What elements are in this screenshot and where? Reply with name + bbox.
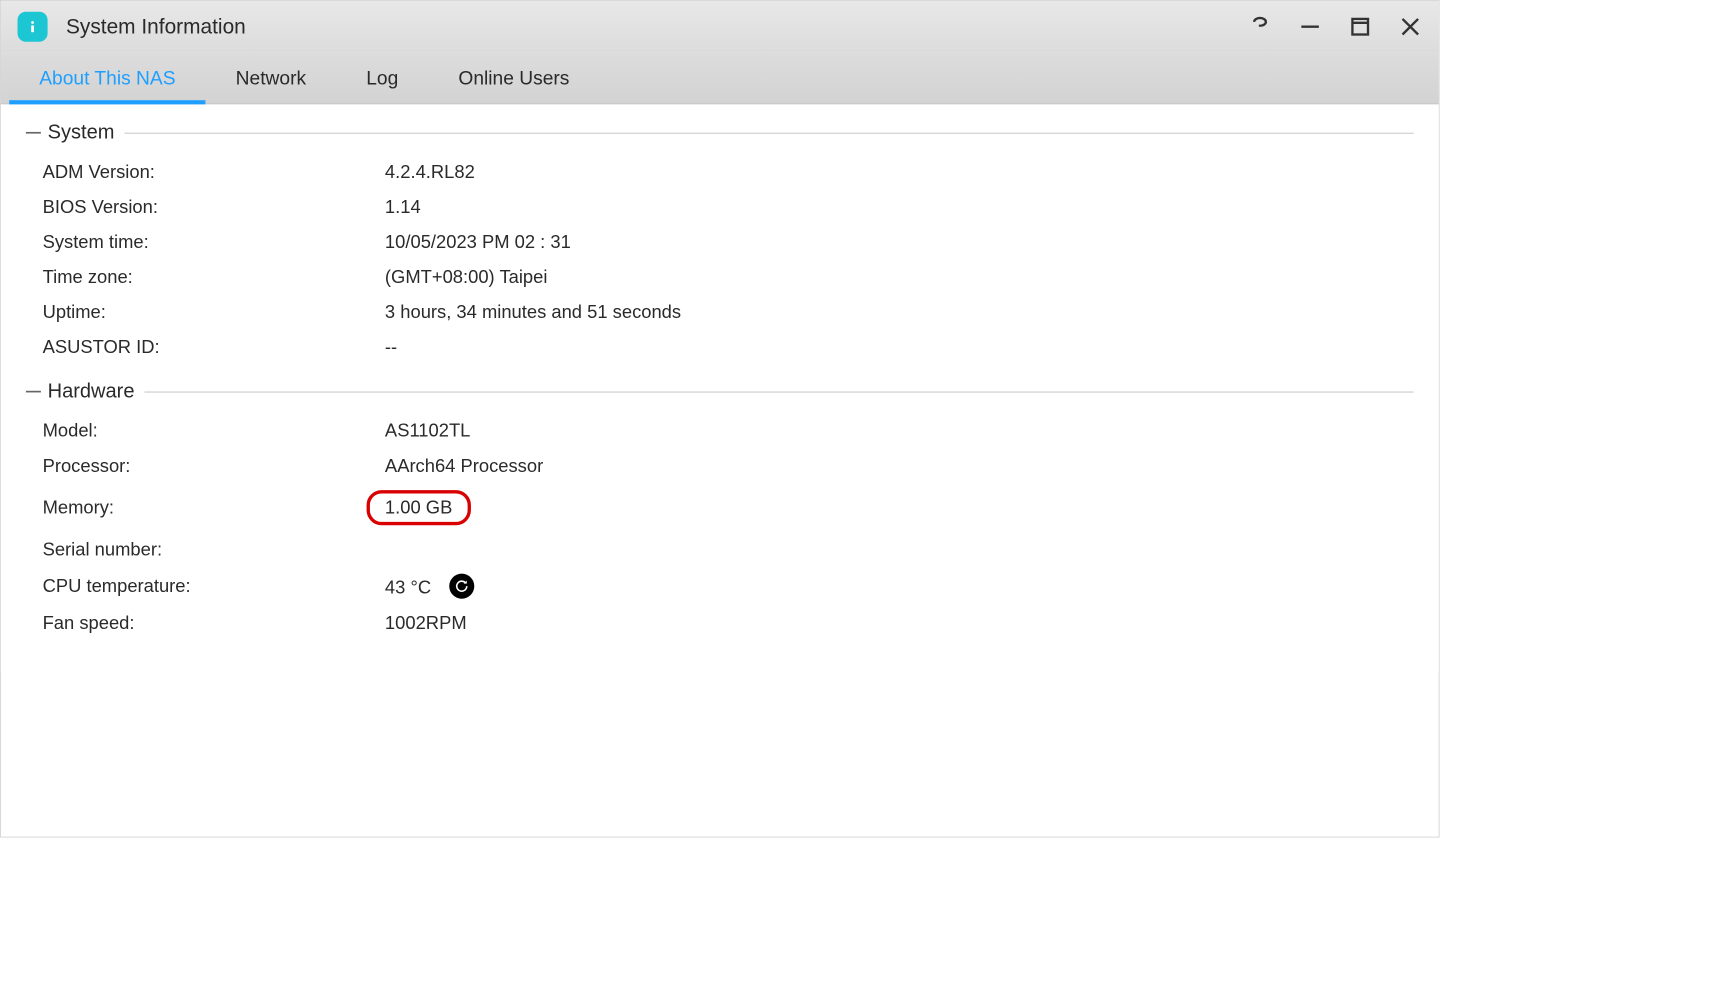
value: AS1102TL	[385, 420, 470, 442]
tab-online-users[interactable]: Online Users	[428, 53, 599, 104]
maximize-button[interactable]	[1349, 15, 1372, 38]
label: Processor:	[43, 455, 385, 477]
row-fan-speed: Fan speed: 1002RPM	[26, 605, 1414, 640]
row-processor: Processor: AArch64 Processor	[26, 448, 1414, 483]
value: 3 hours, 34 minutes and 51 seconds	[385, 301, 681, 323]
label: Serial number:	[43, 539, 385, 561]
titlebar: System Information	[1, 1, 1439, 53]
section-header: Hardware	[26, 380, 1414, 403]
tab-log[interactable]: Log	[336, 53, 428, 104]
row-model: Model: AS1102TL	[26, 413, 1414, 448]
info-icon	[18, 12, 48, 42]
minimize-button[interactable]	[1298, 15, 1321, 38]
tab-about-this-nas[interactable]: About This NAS	[9, 53, 205, 104]
value: --	[385, 337, 397, 359]
tab-label: Network	[236, 67, 306, 90]
help-button[interactable]	[1248, 15, 1271, 38]
system-section: System ADM Version: 4.2.4.RL82 BIOS Vers…	[26, 121, 1414, 365]
label: Memory:	[43, 497, 385, 519]
section-dash	[26, 132, 41, 134]
section-line	[124, 132, 1413, 133]
value: AArch64 Processor	[385, 455, 543, 477]
section-dash	[26, 391, 41, 393]
label: System time:	[43, 231, 385, 253]
tab-label: About This NAS	[39, 67, 175, 90]
section-title: Hardware	[48, 380, 145, 403]
close-button[interactable]	[1399, 15, 1422, 38]
content-area: System ADM Version: 4.2.4.RL82 BIOS Vers…	[1, 104, 1439, 672]
row-uptime: Uptime: 3 hours, 34 minutes and 51 secon…	[26, 295, 1414, 330]
label: ADM Version:	[43, 161, 385, 183]
row-asustor-id: ASUSTOR ID: --	[26, 330, 1414, 365]
window-controls	[1248, 15, 1422, 38]
tab-label: Log	[366, 67, 398, 90]
row-bios-version: BIOS Version: 1.14	[26, 190, 1414, 225]
value: (GMT+08:00) Taipei	[385, 266, 548, 288]
section-line	[144, 391, 1413, 392]
label: ASUSTOR ID:	[43, 337, 385, 359]
tab-label: Online Users	[458, 67, 569, 90]
label: Uptime:	[43, 301, 385, 323]
refresh-icon[interactable]	[450, 574, 475, 599]
memory-highlight: 1.00 GB	[367, 490, 471, 525]
label: Time zone:	[43, 266, 385, 288]
cpu-temp-value: 43 °C	[385, 577, 431, 598]
row-adm-version: ADM Version: 4.2.4.RL82	[26, 154, 1414, 189]
hardware-section: Hardware Model: AS1102TL Processor: AArc…	[26, 380, 1414, 641]
section-header: System	[26, 121, 1414, 144]
section-title: System	[48, 121, 125, 144]
row-cpu-temperature: CPU temperature: 43 °C	[26, 567, 1414, 605]
value: 1.14	[385, 196, 421, 218]
value: 1.00 GB	[385, 490, 471, 525]
system-information-window: System Information About This NAS Networ…	[0, 0, 1440, 838]
tab-bar: About This NAS Network Log Online Users	[1, 53, 1439, 105]
row-system-time: System time: 10/05/2023 PM 02 : 31	[26, 225, 1414, 260]
row-time-zone: Time zone: (GMT+08:00) Taipei	[26, 260, 1414, 295]
value: 4.2.4.RL82	[385, 161, 475, 183]
value: 43 °C	[385, 574, 475, 599]
label: CPU temperature:	[43, 575, 385, 597]
tab-network[interactable]: Network	[206, 53, 337, 104]
row-serial-number: Serial number:	[26, 532, 1414, 567]
label: Model:	[43, 420, 385, 442]
label: BIOS Version:	[43, 196, 385, 218]
row-memory: Memory: 1.00 GB	[26, 483, 1414, 531]
value: 10/05/2023 PM 02 : 31	[385, 231, 571, 253]
value: 1002RPM	[385, 612, 467, 634]
window-title: System Information	[66, 15, 1248, 39]
label: Fan speed:	[43, 612, 385, 634]
